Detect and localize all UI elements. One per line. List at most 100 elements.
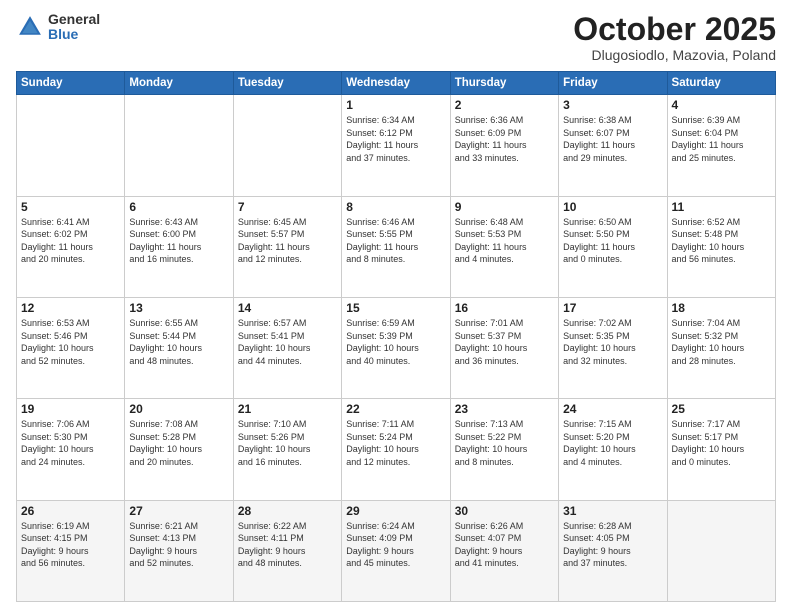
day-info: Sunrise: 6:36 AM Sunset: 6:09 PM Dayligh… (455, 114, 554, 164)
calendar-table: Sunday Monday Tuesday Wednesday Thursday… (16, 71, 776, 602)
table-row: 12Sunrise: 6:53 AM Sunset: 5:46 PM Dayli… (17, 297, 125, 398)
table-row: 30 Sunrise: 6:26 AM Sunset: 4:07 PM Dayli… (450, 500, 558, 601)
col-sunday: Sunday (17, 72, 125, 95)
day-number: 15 (346, 301, 445, 315)
day-number: 16 (455, 301, 554, 315)
day-number: 14 (238, 301, 337, 315)
calendar-body: 1 Sunrise: 6:34 AM Sunset: 6:12 PM Daylig… (17, 95, 776, 602)
day-info: Sunrise: 7:13 AM Sunset: 5:22 PM Dayligh… (455, 418, 554, 468)
day-info: Sunrise: 6:52 AM Sunset: 5:48 PM Dayligh… (672, 216, 771, 266)
day-info: Sunrise: 6:19 AM Sunset: 4:15 PM Dayligh… (21, 520, 120, 570)
day-number: 28 (238, 504, 337, 518)
day-info: Sunrise: 7:15 AM Sunset: 5:20 PM Dayligh… (563, 418, 662, 468)
table-row: 3 Sunrise: 6:38 AM Sunset: 6:07 PM Daylig… (559, 95, 667, 196)
day-info: Sunrise: 6:24 AM Sunset: 4:09 PM Dayligh… (346, 520, 445, 570)
header-row: Sunday Monday Tuesday Wednesday Thursday… (17, 72, 776, 95)
day-info: Sunrise: 6:39 AM Sunset: 6:04 PM Dayligh… (672, 114, 771, 164)
day-info: Sunrise: 6:57 AM Sunset: 5:41 PM Dayligh… (238, 317, 337, 367)
table-row: 7Sunrise: 6:45 AM Sunset: 5:57 PM Daylig… (233, 196, 341, 297)
logo-text: General Blue (48, 12, 100, 43)
table-row: 10Sunrise: 6:50 AM Sunset: 5:50 PM Dayli… (559, 196, 667, 297)
day-info: Sunrise: 7:04 AM Sunset: 5:32 PM Dayligh… (672, 317, 771, 367)
table-row: 22 Sunrise: 7:11 AM Sunset: 5:24 PM Dayli… (342, 399, 450, 500)
day-number: 19 (21, 402, 120, 416)
day-info: Sunrise: 7:08 AM Sunset: 5:28 PM Dayligh… (129, 418, 228, 468)
day-info: Sunrise: 6:34 AM Sunset: 6:12 PM Dayligh… (346, 114, 445, 164)
table-row: 31 Sunrise: 6:28 AM Sunset: 4:05 PM Dayli… (559, 500, 667, 601)
day-number: 30 (455, 504, 554, 518)
table-row: 11 Sunrise: 6:52 AM Sunset: 5:48 PM Dayli… (667, 196, 775, 297)
day-info: Sunrise: 6:48 AM Sunset: 5:53 PM Dayligh… (455, 216, 554, 266)
col-monday: Monday (125, 72, 233, 95)
day-info: Sunrise: 6:55 AM Sunset: 5:44 PM Dayligh… (129, 317, 228, 367)
day-info: Sunrise: 6:21 AM Sunset: 4:13 PM Dayligh… (129, 520, 228, 570)
day-info: Sunrise: 6:50 AM Sunset: 5:50 PM Dayligh… (563, 216, 662, 266)
day-info: Sunrise: 7:11 AM Sunset: 5:24 PM Dayligh… (346, 418, 445, 468)
day-info: Sunrise: 7:02 AM Sunset: 5:35 PM Dayligh… (563, 317, 662, 367)
table-row: 27 Sunrise: 6:21 AM Sunset: 4:13 PM Dayli… (125, 500, 233, 601)
col-thursday: Thursday (450, 72, 558, 95)
table-row: 19 Sunrise: 7:06 AM Sunset: 5:30 PM Dayli… (17, 399, 125, 500)
day-info: Sunrise: 7:17 AM Sunset: 5:17 PM Dayligh… (672, 418, 771, 468)
logo-blue: Blue (48, 27, 100, 42)
table-row: 15 Sunrise: 6:59 AM Sunset: 5:39 PM Dayli… (342, 297, 450, 398)
table-row: 25Sunrise: 7:17 AM Sunset: 5:17 PM Dayli… (667, 399, 775, 500)
table-row (233, 95, 341, 196)
calendar-row: 12Sunrise: 6:53 AM Sunset: 5:46 PM Dayli… (17, 297, 776, 398)
calendar-row: 1 Sunrise: 6:34 AM Sunset: 6:12 PM Daylig… (17, 95, 776, 196)
table-row: 2 Sunrise: 6:36 AM Sunset: 6:09 PM Daylig… (450, 95, 558, 196)
day-number: 5 (21, 200, 120, 214)
day-number: 13 (129, 301, 228, 315)
table-row: 6Sunrise: 6:43 AM Sunset: 6:00 PM Daylig… (125, 196, 233, 297)
table-row: 13 Sunrise: 6:55 AM Sunset: 5:44 PM Dayli… (125, 297, 233, 398)
day-number: 1 (346, 98, 445, 112)
table-row: 14 Sunrise: 6:57 AM Sunset: 5:41 PM Dayli… (233, 297, 341, 398)
table-row: 9Sunrise: 6:48 AM Sunset: 5:53 PM Daylig… (450, 196, 558, 297)
table-row: 17 Sunrise: 7:02 AM Sunset: 5:35 PM Dayli… (559, 297, 667, 398)
day-info: Sunrise: 6:38 AM Sunset: 6:07 PM Dayligh… (563, 114, 662, 164)
day-number: 2 (455, 98, 554, 112)
day-number: 21 (238, 402, 337, 416)
day-number: 23 (455, 402, 554, 416)
logo: General Blue (16, 12, 100, 43)
location: Dlugosiodlo, Mazovia, Poland (573, 47, 776, 63)
day-number: 27 (129, 504, 228, 518)
col-friday: Friday (559, 72, 667, 95)
calendar-row: 19 Sunrise: 7:06 AM Sunset: 5:30 PM Dayli… (17, 399, 776, 500)
month-title: October 2025 (573, 12, 776, 47)
header: General Blue October 2025 Dlugosiodlo, M… (16, 12, 776, 63)
day-info: Sunrise: 6:22 AM Sunset: 4:11 PM Dayligh… (238, 520, 337, 570)
day-number: 11 (672, 200, 771, 214)
day-number: 18 (672, 301, 771, 315)
table-row (667, 500, 775, 601)
table-row: 8Sunrise: 6:46 AM Sunset: 5:55 PM Daylig… (342, 196, 450, 297)
calendar-row: 5 Sunrise: 6:41 AM Sunset: 6:02 PM Daylig… (17, 196, 776, 297)
table-row: 4Sunrise: 6:39 AM Sunset: 6:04 PM Daylig… (667, 95, 775, 196)
day-number: 3 (563, 98, 662, 112)
day-info: Sunrise: 7:01 AM Sunset: 5:37 PM Dayligh… (455, 317, 554, 367)
table-row: 20 Sunrise: 7:08 AM Sunset: 5:28 PM Dayli… (125, 399, 233, 500)
calendar-row: 26Sunrise: 6:19 AM Sunset: 4:15 PM Dayli… (17, 500, 776, 601)
day-info: Sunrise: 6:26 AM Sunset: 4:07 PM Dayligh… (455, 520, 554, 570)
table-row: 21 Sunrise: 7:10 AM Sunset: 5:26 PM Dayli… (233, 399, 341, 500)
day-number: 8 (346, 200, 445, 214)
title-block: October 2025 Dlugosiodlo, Mazovia, Polan… (573, 12, 776, 63)
day-number: 20 (129, 402, 228, 416)
day-info: Sunrise: 6:53 AM Sunset: 5:46 PM Dayligh… (21, 317, 120, 367)
col-wednesday: Wednesday (342, 72, 450, 95)
table-row: 24 Sunrise: 7:15 AM Sunset: 5:20 PM Dayli… (559, 399, 667, 500)
calendar-header: Sunday Monday Tuesday Wednesday Thursday… (17, 72, 776, 95)
day-info: Sunrise: 6:43 AM Sunset: 6:00 PM Dayligh… (129, 216, 228, 266)
day-number: 24 (563, 402, 662, 416)
day-number: 31 (563, 504, 662, 518)
day-number: 17 (563, 301, 662, 315)
day-info: Sunrise: 6:59 AM Sunset: 5:39 PM Dayligh… (346, 317, 445, 367)
day-info: Sunrise: 7:10 AM Sunset: 5:26 PM Dayligh… (238, 418, 337, 468)
table-row: 18 Sunrise: 7:04 AM Sunset: 5:32 PM Dayli… (667, 297, 775, 398)
day-number: 22 (346, 402, 445, 416)
day-info: Sunrise: 6:41 AM Sunset: 6:02 PM Dayligh… (21, 216, 120, 266)
col-tuesday: Tuesday (233, 72, 341, 95)
logo-general: General (48, 12, 100, 27)
day-info: Sunrise: 7:06 AM Sunset: 5:30 PM Dayligh… (21, 418, 120, 468)
day-info: Sunrise: 6:28 AM Sunset: 4:05 PM Dayligh… (563, 520, 662, 570)
